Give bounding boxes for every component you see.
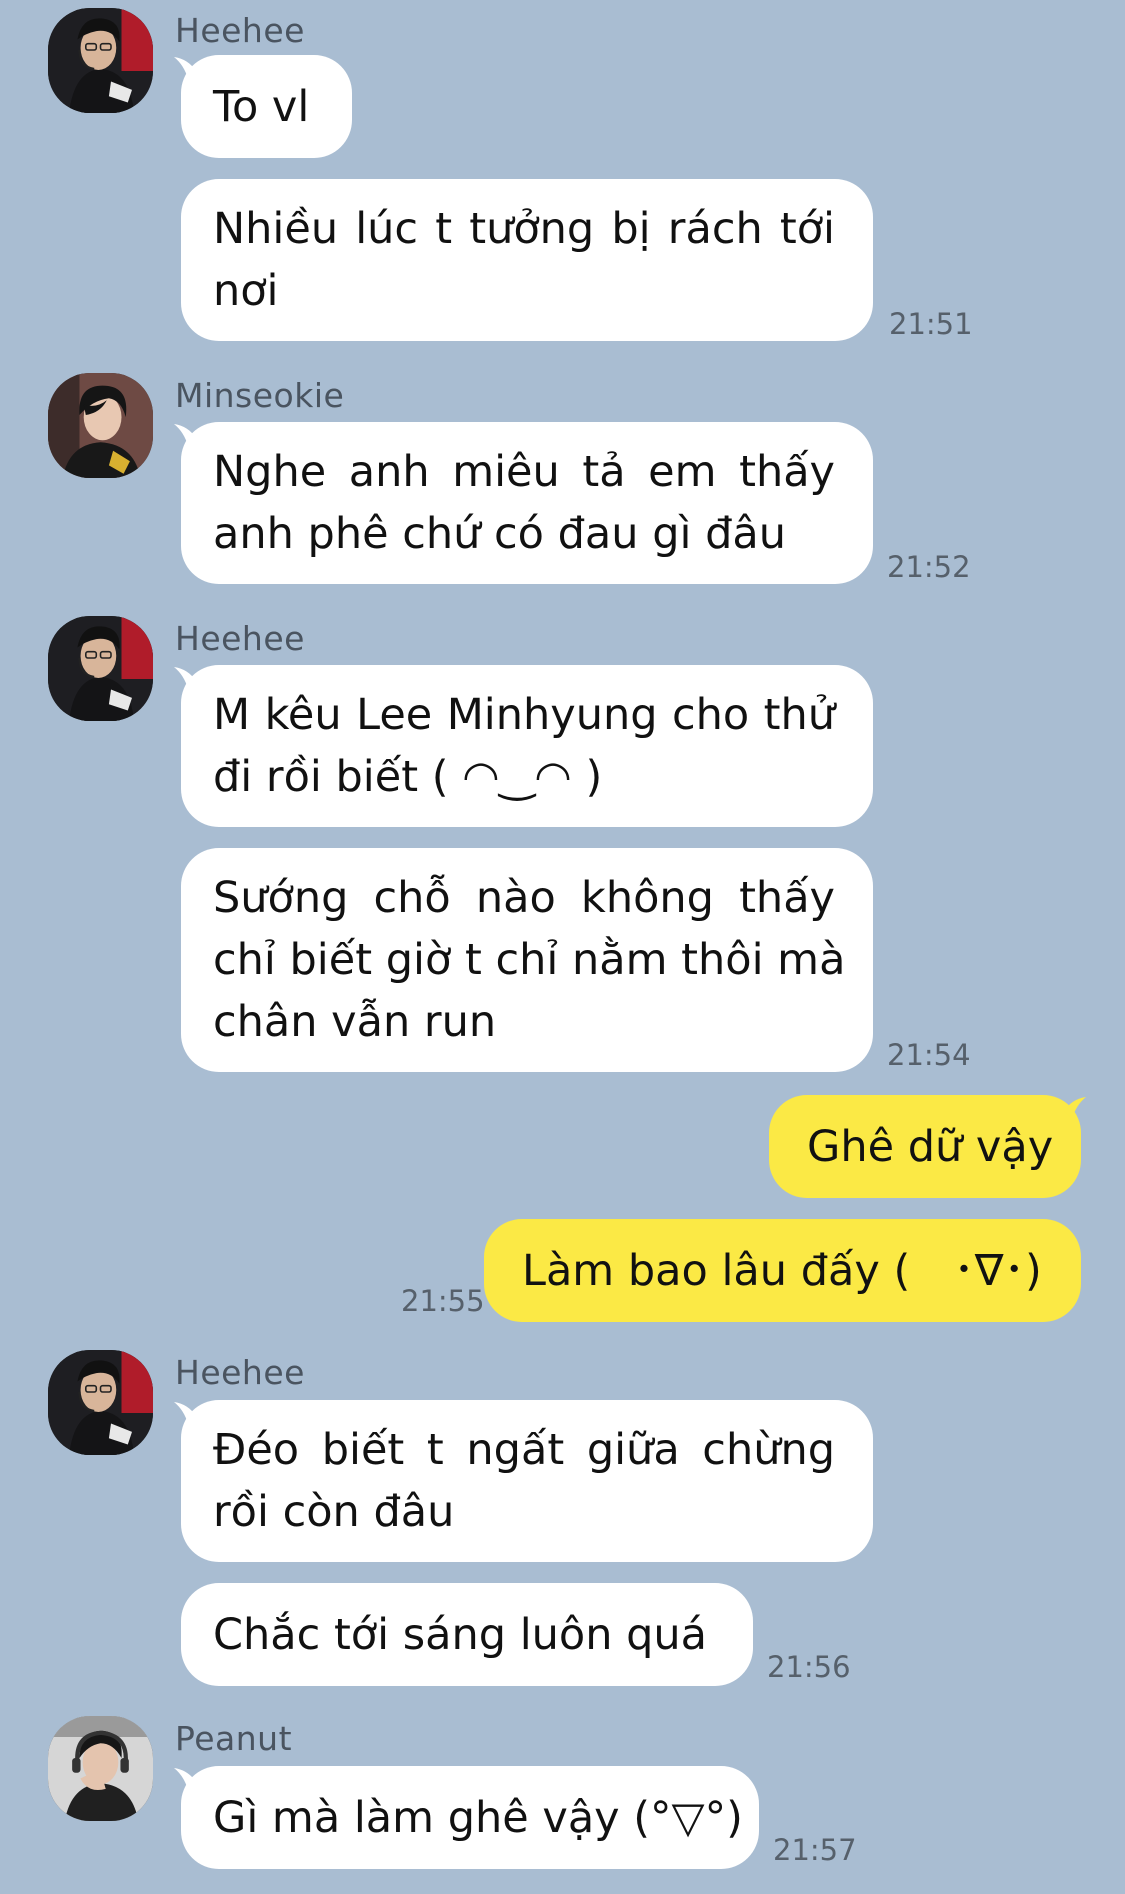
sender-name: Minseokie: [175, 376, 345, 415]
sender-name: Peanut: [175, 1719, 293, 1758]
message-text: chỉ biết giờ t chỉ nằm thôi mà: [213, 935, 846, 985]
outgoing-message-bubble[interactable]: Làm bao lâu đấy ( ･∇･): [484, 1219, 1081, 1322]
bubble-tail: [174, 1768, 196, 1790]
message-text: chân vẫn run: [213, 997, 497, 1047]
bubble-tail: [1064, 1097, 1086, 1119]
message-bubble[interactable]: Gì mà làm ghê vậy (°▽°): [181, 1766, 759, 1869]
message-text: Ghê dữ vậy: [807, 1121, 1054, 1172]
message-text: Nghe anh miêu tả em thấy: [213, 447, 835, 497]
avatar-heehee[interactable]: [48, 616, 153, 721]
message-timestamp: 21:55: [401, 1284, 485, 1318]
bubble-tail: [174, 57, 196, 79]
bubble-tail: [174, 424, 196, 446]
message-text: Làm bao lâu đấy ( ･∇･): [522, 1245, 1042, 1296]
message-bubble[interactable]: Nghe anh miêu tả em thấy anh phê chứ có …: [181, 422, 873, 584]
message-text: To vl: [213, 81, 310, 132]
message-bubble[interactable]: To vl: [181, 55, 352, 158]
message-text: nơi: [213, 266, 279, 316]
heehee-photo: [48, 616, 153, 721]
message-bubble[interactable]: Đéo biết t ngất giữa chừng rồi còn đâu: [181, 1400, 873, 1562]
message-text: Nhiều lúc t tưởng bị rách tới: [213, 204, 835, 254]
message-text: Sướng chỗ nào không thấy: [213, 873, 835, 923]
message-text: Chắc tới sáng luôn quá: [213, 1609, 708, 1660]
avatar-heehee[interactable]: [48, 1350, 153, 1455]
outgoing-message-bubble[interactable]: Ghê dữ vậy: [769, 1095, 1081, 1198]
avatar-heehee[interactable]: [48, 8, 153, 113]
peanut-photo: [48, 1716, 153, 1821]
message-text: M kêu Lee Minhyung cho thử: [213, 690, 835, 740]
message-text: Gì mà làm ghê vậy (°▽°): [213, 1792, 743, 1843]
message-timestamp: 21:51: [889, 307, 973, 341]
bubble-tail: [174, 1402, 196, 1424]
message-text: rồi còn đâu: [213, 1487, 455, 1537]
message-bubble[interactable]: Nhiều lúc t tưởng bị rách tới nơi: [181, 179, 873, 341]
message-timestamp: 21:54: [887, 1038, 971, 1072]
avatar-peanut[interactable]: [48, 1716, 153, 1821]
message-timestamp: 21:52: [887, 550, 971, 584]
heehee-photo: [48, 8, 153, 113]
message-bubble[interactable]: M kêu Lee Minhyung cho thử đi rồi biết (…: [181, 665, 873, 827]
message-text: anh phê chứ có đau gì đâu: [213, 509, 787, 559]
sender-name: Heehee: [175, 619, 305, 658]
minseokie-photo: [48, 373, 153, 478]
message-bubble[interactable]: Chắc tới sáng luôn quá: [181, 1583, 753, 1686]
message-timestamp: 21:57: [773, 1833, 857, 1867]
message-text: Đéo biết t ngất giữa chừng: [213, 1425, 835, 1475]
avatar-minseokie[interactable]: [48, 373, 153, 478]
message-timestamp: 21:56: [767, 1650, 851, 1684]
sender-name: Heehee: [175, 1353, 305, 1392]
bubble-tail: [174, 667, 196, 689]
heehee-photo: [48, 1350, 153, 1455]
message-bubble[interactable]: Sướng chỗ nào không thấy chỉ biết giờ t …: [181, 848, 873, 1072]
message-text: đi rồi biết ( ◠‿◠ ): [213, 752, 603, 802]
sender-name: Heehee: [175, 11, 305, 50]
